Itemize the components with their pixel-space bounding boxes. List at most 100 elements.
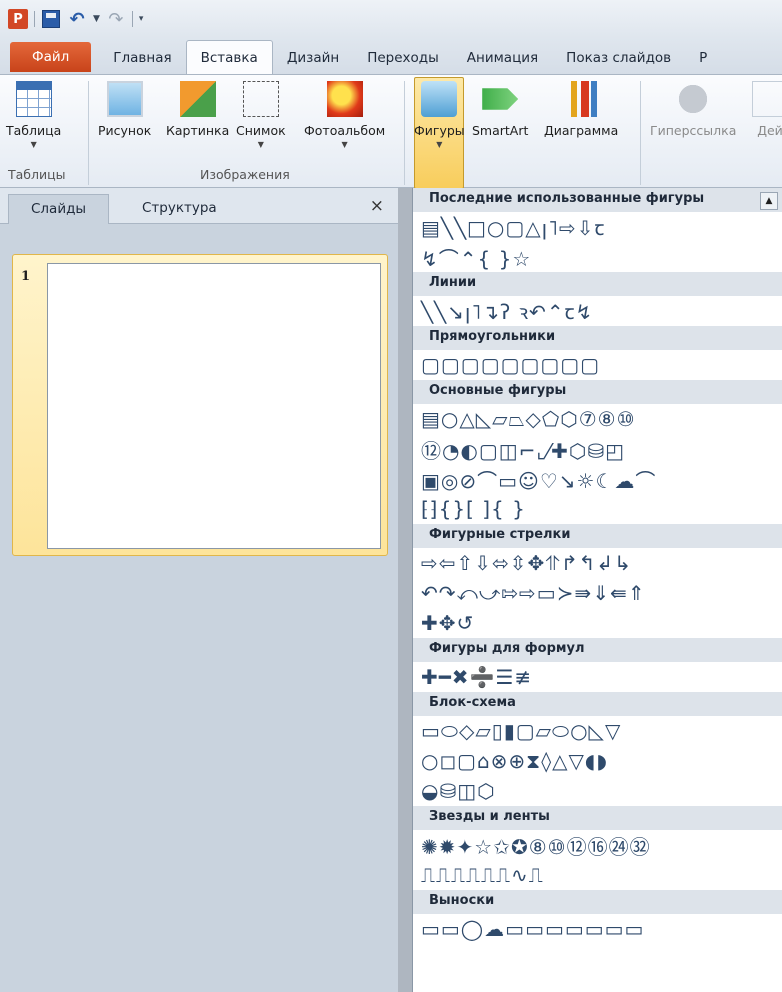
close-icon[interactable]: × bbox=[370, 196, 384, 216]
chart-label: Диаграмма bbox=[544, 123, 619, 138]
gallery-section: Прямоугольники ▢▢▢▢▢▢▢▢▢ bbox=[413, 326, 782, 380]
shape-row[interactable]: ⎍⎍⎍⎍⎍⎍∿⎍ bbox=[413, 860, 782, 890]
tab-slides[interactable]: Слайды bbox=[8, 194, 110, 224]
tab-transitions[interactable]: Переходы bbox=[353, 42, 453, 74]
chart-icon bbox=[563, 81, 600, 117]
tab-file[interactable]: Файл bbox=[10, 42, 92, 72]
gallery-sections: Последние использованные фигуры ▤╲╲□○▢△ꞁ˥… bbox=[413, 188, 782, 944]
powerpoint-logo-icon: P bbox=[8, 9, 28, 29]
pane-tabs: Слайды Структура × bbox=[0, 188, 398, 224]
shape-row[interactable]: ╲╲↘ꞁ˥↴ʔ ꝛ↶⌃ꞇ↯ bbox=[413, 296, 782, 326]
ribbon: Таблица ▼ Рисунок Картинка Снимок ▼ Фото… bbox=[0, 74, 782, 189]
screenshot-label: Снимок bbox=[236, 123, 286, 138]
hyperlink-button[interactable]: Гиперссылка bbox=[650, 81, 736, 138]
action-icon bbox=[752, 81, 782, 117]
gallery-section-title: Прямоугольники bbox=[413, 326, 782, 350]
group-separator bbox=[88, 81, 89, 185]
table-icon bbox=[15, 81, 52, 117]
shape-row[interactable]: ↯⌒⌃{ }☆ bbox=[413, 242, 782, 272]
gallery-section-title: Блок-схема bbox=[413, 692, 782, 716]
smartart-label: SmartArt bbox=[472, 123, 529, 138]
shapes-label: Фигуры bbox=[414, 123, 465, 138]
dropdown-arrow-icon: ▼ bbox=[341, 140, 348, 149]
gallery-section-title: Выноски bbox=[413, 890, 782, 914]
gallery-section: Последние использованные фигуры ▤╲╲□○▢△ꞁ˥… bbox=[413, 188, 782, 272]
group-label-tables: Таблицы bbox=[8, 167, 66, 182]
picture-button[interactable]: Рисунок bbox=[98, 81, 151, 138]
action-button[interactable]: Дей bbox=[752, 81, 782, 138]
shape-row[interactable]: ▢▢▢▢▢▢▢▢▢ bbox=[413, 350, 782, 380]
shape-row[interactable]: ▣◎⊘⌒▭☺♡↘☼☾☁⌒ bbox=[413, 464, 782, 494]
tab-animations[interactable]: Анимация bbox=[453, 42, 552, 74]
group-separator bbox=[404, 81, 405, 185]
shape-row[interactable]: ⑫◔◐▢◫⌐⌞⁄✚⬡⛁◰ bbox=[413, 434, 782, 464]
slide-thumbnail-selected[interactable]: 1 bbox=[12, 254, 388, 556]
save-icon bbox=[42, 10, 60, 28]
photo-album-icon bbox=[326, 81, 363, 117]
shape-row[interactable]: ⇨⇦⇧⇩⬄⇳✥⥣↱↰↲↳ bbox=[413, 548, 782, 578]
shape-row[interactable]: ⁅⁆{}[ ]{ } bbox=[413, 494, 782, 524]
shape-row[interactable]: ▤╲╲□○▢△ꞁ˥⇨⇩ꞇ bbox=[413, 212, 782, 242]
gallery-section: Линии ╲╲↘ꞁ˥↴ʔ ꝛ↶⌃ꞇ↯ bbox=[413, 272, 782, 326]
shape-row[interactable]: ✺✹✦☆✩✪⑧⑩⑫⑯㉔㉜ bbox=[413, 830, 782, 860]
slide-number: 1 bbox=[21, 269, 31, 284]
chart-button[interactable]: Диаграмма bbox=[544, 81, 618, 138]
quick-access-toolbar: P ↶ ▼ ↷ ▾ bbox=[0, 0, 782, 38]
shapes-button[interactable]: Фигуры ▼ bbox=[414, 81, 465, 149]
slides-pane: Слайды Структура × 1 bbox=[0, 188, 398, 992]
tab-insert[interactable]: Вставка bbox=[185, 40, 273, 74]
shape-row[interactable]: ◒⛁◫⬡ bbox=[413, 776, 782, 806]
tab-design[interactable]: Дизайн bbox=[273, 42, 353, 74]
separator bbox=[131, 11, 133, 27]
shape-row[interactable]: ○◻▢⌂⊗⊕⧗◊△▽◖◗ bbox=[413, 746, 782, 776]
tab-slideshow[interactable]: Показ слайдов bbox=[552, 42, 685, 74]
gallery-section: Блок-схема ▭⬭◇▱▯▮▢▱⬭○◺▽ ○◻▢⌂⊗⊕⧗◊△▽◖◗ ◒⛁◫⬡ bbox=[413, 692, 782, 806]
gallery-section-title: Звезды и ленты bbox=[413, 806, 782, 830]
clipart-icon bbox=[179, 81, 216, 117]
hyperlink-icon bbox=[675, 81, 712, 117]
gallery-section: Основные фигуры ▤○△◺▱⏢◇⬠⬡⑦⑧⑩ ⑫◔◐▢◫⌐⌞⁄✚⬡⛁◰ ▣… bbox=[413, 380, 782, 524]
screenshot-button[interactable]: Снимок ▼ bbox=[236, 81, 286, 149]
shape-row[interactable]: ▭▭◯☁▭▭▭▭▭▭▭ bbox=[413, 914, 782, 944]
shape-row[interactable]: ↶↷⤺⤻⇰⇨▭≻⇛⇓⇚⇑ bbox=[413, 578, 782, 608]
gallery-section-title: Фигуры для формул bbox=[413, 638, 782, 662]
gallery-section: Фигуры для формул ✚━✖➗☰≢ bbox=[413, 638, 782, 692]
shape-row[interactable]: ▤○△◺▱⏢◇⬠⬡⑦⑧⑩ bbox=[413, 404, 782, 434]
gallery-section: Звезды и ленты ✺✹✦☆✩✪⑧⑩⑫⑯㉔㉜ ⎍⎍⎍⎍⎍⎍∿⎍ bbox=[413, 806, 782, 890]
undo-button[interactable]: ↶ bbox=[67, 8, 87, 30]
save-button[interactable] bbox=[41, 9, 61, 29]
clipart-label: Картинка bbox=[166, 123, 230, 138]
photo-album-button[interactable]: Фотоальбом ▼ bbox=[304, 81, 385, 149]
clipart-button[interactable]: Картинка bbox=[166, 81, 229, 138]
shape-row[interactable]: ✚✥↺ bbox=[413, 608, 782, 638]
table-label: Таблица bbox=[6, 123, 62, 138]
tab-outline[interactable]: Структура bbox=[120, 194, 239, 224]
smartart-button[interactable]: SmartArt bbox=[472, 81, 528, 138]
dropdown-arrow-icon: ▼ bbox=[436, 140, 443, 149]
gallery-section: Выноски ▭▭◯☁▭▭▭▭▭▭▭ bbox=[413, 890, 782, 944]
shape-row[interactable]: ▭⬭◇▱▯▮▢▱⬭○◺▽ bbox=[413, 716, 782, 746]
gallery-section-title: Последние использованные фигуры bbox=[413, 188, 782, 212]
hyperlink-label: Гиперссылка bbox=[650, 123, 737, 138]
undo-dropdown-icon[interactable]: ▼ bbox=[93, 14, 100, 24]
gallery-section-title: Основные фигуры bbox=[413, 380, 782, 404]
customize-qat-icon[interactable]: ▾ bbox=[139, 14, 144, 24]
redo-button[interactable]: ↷ bbox=[106, 8, 126, 30]
screenshot-icon bbox=[242, 81, 279, 117]
action-label: Дей bbox=[757, 123, 782, 138]
slide-thumbnail[interactable] bbox=[47, 263, 381, 549]
scroll-up-icon[interactable]: ▲ bbox=[760, 192, 778, 210]
gallery-section: Фигурные стрелки ⇨⇦⇧⇩⬄⇳✥⥣↱↰↲↳ ↶↷⤺⤻⇰⇨▭≻⇛⇓⇚⇑… bbox=[413, 524, 782, 638]
shapes-gallery: ▲ Последние использованные фигуры ▤╲╲□○▢△… bbox=[412, 188, 782, 992]
table-button[interactable]: Таблица ▼ bbox=[6, 81, 61, 149]
redo-icon: ↷ bbox=[108, 8, 124, 30]
tab-review[interactable]: Р bbox=[685, 42, 721, 74]
shapes-icon bbox=[421, 81, 458, 117]
separator bbox=[34, 11, 35, 27]
tab-home[interactable]: Главная bbox=[99, 42, 185, 74]
undo-icon: ↶ bbox=[69, 8, 85, 30]
group-label-images: Изображения bbox=[200, 167, 290, 182]
gallery-section-title: Фигурные стрелки bbox=[413, 524, 782, 548]
photo-album-label: Фотоальбом bbox=[304, 123, 386, 138]
shape-row[interactable]: ✚━✖➗☰≢ bbox=[413, 662, 782, 692]
